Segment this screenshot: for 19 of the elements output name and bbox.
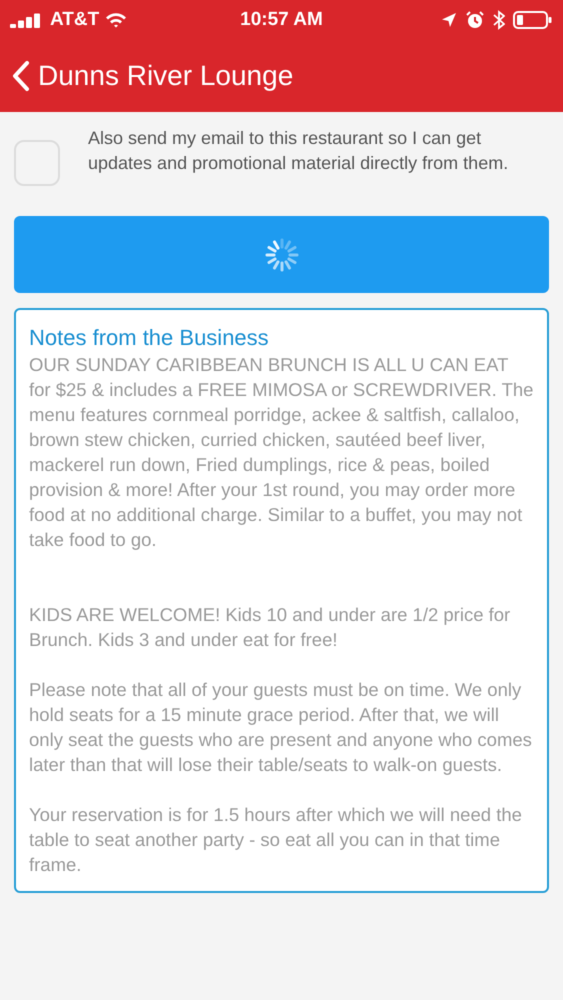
clock-time: 10:57 AM <box>240 8 323 32</box>
submit-button[interactable] <box>14 216 549 293</box>
consent-checkbox[interactable] <box>14 140 60 186</box>
loading-spinner-icon <box>264 236 300 272</box>
notes-paragraph: Your reservation is for 1.5 hours after which we will need the table to seat another party - so eat all you can in that time frame. <box>29 803 523 877</box>
back-chevron-icon <box>12 60 30 92</box>
location-arrow-icon <box>441 12 457 28</box>
page-title: Dunns River Lounge <box>38 59 294 93</box>
battery-icon <box>513 10 553 30</box>
alarm-clock-icon <box>465 10 485 30</box>
notes-paragraph: Please note that all of your guests must be on time. We only hold seats for a 15 minute grace period. After that, we will only seat the guests who are present and anyone who comes later than that will lose their table/seats to walk-on guests. <box>29 678 533 777</box>
bluetooth-icon <box>493 10 505 30</box>
notes-title: Notes from the Business <box>29 324 270 352</box>
back-button[interactable]: Dunns River Lounge <box>12 55 294 97</box>
carrier-name: AT&T <box>50 8 100 32</box>
wifi-icon <box>105 12 128 28</box>
notes-paragraph: KIDS ARE WELCOME! Kids 10 and under are 1/2 price for Brunch. Kids 3 and under eat for free! <box>29 603 512 652</box>
consent-label: Also send my email to this restaurant so I can get updates and promotional material directly from them. <box>88 127 510 175</box>
notes-paragraph: OUR SUNDAY CARIBBEAN BRUNCH IS ALL U CAN EAT for $25 & includes a FREE MIMOSA or SCREWDRIVER. The menu features cornmeal porridge, ackee & saltfish, callaloo, brown stew chicken, curried chicken, sautéed beef liver, mackerel run down, Fried dumplings, rice & peas, boiled provision & more! After your 1st round, you may order more food at no additional charge. Similar to a buffet, you may not take food to go. <box>29 353 534 552</box>
